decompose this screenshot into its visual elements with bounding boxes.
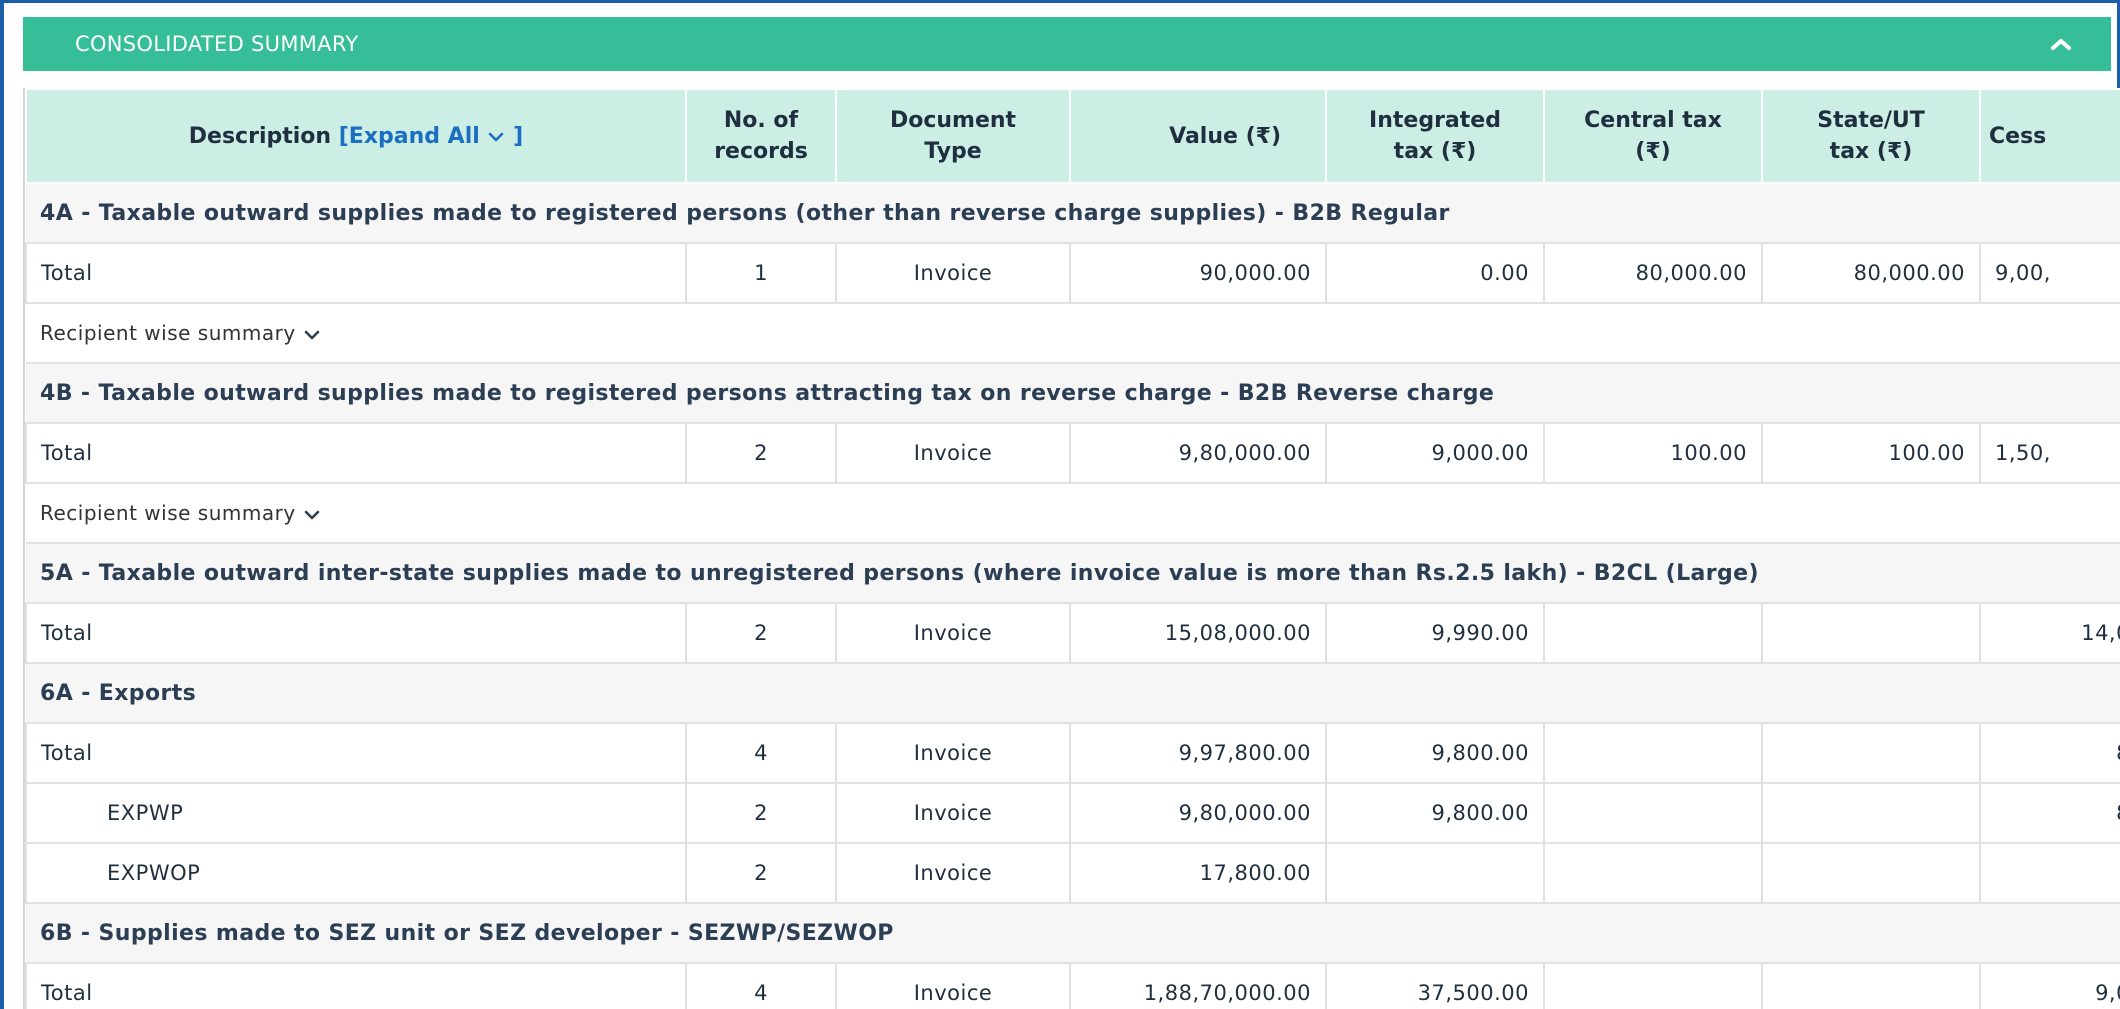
table-row: Total 2 Invoice 9,80,000.00 9,000.00 100… xyxy=(25,422,2120,484)
table-row: Total 2 Invoice 15,08,000.00 9,990.00 14… xyxy=(25,602,2120,664)
header-cess: Cess xyxy=(1979,88,2120,184)
cess-cell: 1,50, xyxy=(1979,422,2120,484)
doc-type-cell: Invoice xyxy=(835,602,1071,664)
row-label: Total xyxy=(25,242,687,304)
table-row: EXPWOP 2 Invoice 17,800.00 xyxy=(25,842,2120,904)
records-cell: 4 xyxy=(685,722,837,784)
doc-type-cell: Invoice xyxy=(835,422,1071,484)
section-row-4a[interactable]: 4A - Taxable outward supplies made to re… xyxy=(26,182,2120,244)
value-cell: 1,88,70,000.00 xyxy=(1069,962,1327,1009)
doc-type-cell: Invoice xyxy=(835,722,1071,784)
recipient-summary-label[interactable]: Recipient wise summary xyxy=(40,501,296,525)
doc-type-cell: Invoice xyxy=(835,242,1071,304)
row-label: Total xyxy=(25,422,687,484)
cess-cell: 88, xyxy=(1979,782,2120,844)
row-label: Total xyxy=(25,962,687,1009)
cess-cell: 9,00, xyxy=(1979,242,2120,304)
row-label: EXPWP xyxy=(25,782,687,844)
section-row-6a[interactable]: 6A - Exports xyxy=(26,662,2120,724)
chevron-down-icon xyxy=(489,132,504,141)
igst-cell: 37,500.00 xyxy=(1325,962,1545,1009)
igst-cell: 9,800.00 xyxy=(1325,782,1545,844)
records-cell: 1 xyxy=(685,242,837,304)
records-cell: 2 xyxy=(685,422,837,484)
na-cell xyxy=(1761,722,1981,784)
summary-table: Description [Expand All ] No. of records … xyxy=(25,88,2120,1009)
table-row: Total 1 Invoice 90,000.00 0.00 80,000.00… xyxy=(25,242,2120,304)
cess-cell: 9,08, xyxy=(1979,962,2120,1009)
section-row-4b[interactable]: 4B - Taxable outward supplies made to re… xyxy=(26,362,2120,424)
expand-all-link[interactable]: [Expand All ] xyxy=(339,124,523,149)
na-cell xyxy=(1761,782,1981,844)
recipient-summary-toggle[interactable]: Recipient wise summary xyxy=(26,482,2120,544)
na-cell xyxy=(1543,722,1763,784)
na-cell xyxy=(1543,602,1763,664)
na-cell xyxy=(1761,602,1981,664)
row-label: Total xyxy=(25,722,687,784)
section-row-5a[interactable]: 5A - Taxable outward inter-state supplie… xyxy=(26,542,2120,604)
consolidated-summary-header[interactable]: CONSOLIDATED SUMMARY xyxy=(23,17,2111,71)
cess-cell: 88, xyxy=(1979,722,2120,784)
header-central-tax: Central tax (₹) xyxy=(1543,88,1763,184)
section-title: 4A - Taxable outward supplies made to re… xyxy=(26,182,2120,244)
header-document-type: Document Type xyxy=(835,88,1071,184)
table-row: EXPWP 2 Invoice 9,80,000.00 9,800.00 88, xyxy=(25,782,2120,844)
row-label: EXPWOP xyxy=(25,842,687,904)
section-title: 4B - Taxable outward supplies made to re… xyxy=(26,362,2120,424)
value-cell: 9,80,000.00 xyxy=(1069,782,1327,844)
section-row-6b[interactable]: 6B - Supplies made to SEZ unit or SEZ de… xyxy=(26,902,2120,964)
value-cell: 9,97,800.00 xyxy=(1069,722,1327,784)
na-cell xyxy=(1979,842,2120,904)
na-cell xyxy=(1761,842,1981,904)
header-value: Value (₹) xyxy=(1069,88,1327,184)
panel-title: CONSOLIDATED SUMMARY xyxy=(75,32,359,56)
na-cell xyxy=(1543,782,1763,844)
records-cell: 4 xyxy=(685,962,837,1009)
value-cell: 17,800.00 xyxy=(1069,842,1327,904)
table-row: Total 4 Invoice 1,88,70,000.00 37,500.00… xyxy=(25,962,2120,1009)
doc-type-cell: Invoice xyxy=(835,842,1071,904)
na-cell xyxy=(1543,962,1763,1009)
header-integrated-tax: Integrated tax (₹) xyxy=(1325,88,1545,184)
doc-type-cell: Invoice xyxy=(835,782,1071,844)
records-cell: 2 xyxy=(685,842,837,904)
summary-table-container[interactable]: Description [Expand All ] No. of records … xyxy=(23,88,2120,1009)
igst-cell: 0.00 xyxy=(1325,242,1545,304)
chevron-up-icon xyxy=(2051,39,2071,50)
igst-cell: 9,800.00 xyxy=(1325,722,1545,784)
cgst-cell: 80,000.00 xyxy=(1543,242,1763,304)
na-cell xyxy=(1543,842,1763,904)
section-title: 6A - Exports xyxy=(26,662,2120,724)
recipient-summary-toggle[interactable]: Recipient wise summary xyxy=(26,302,2120,364)
na-cell xyxy=(1761,962,1981,1009)
table-row: Total 4 Invoice 9,97,800.00 9,800.00 88, xyxy=(25,722,2120,784)
recipient-summary-label[interactable]: Recipient wise summary xyxy=(40,321,296,345)
value-cell: 90,000.00 xyxy=(1069,242,1327,304)
header-records: No. of records xyxy=(685,88,837,184)
na-cell xyxy=(1325,842,1545,904)
header-description: Description [Expand All ] xyxy=(25,88,687,184)
chevron-down-icon xyxy=(304,330,319,339)
section-title: 6B - Supplies made to SEZ unit or SEZ de… xyxy=(26,902,2120,964)
doc-type-cell: Invoice xyxy=(835,962,1071,1009)
value-cell: 15,08,000.00 xyxy=(1069,602,1327,664)
row-label: Total xyxy=(25,602,687,664)
sgst-cell: 100.00 xyxy=(1761,422,1981,484)
collapse-panel-button[interactable] xyxy=(2041,24,2081,64)
chevron-down-icon xyxy=(304,510,319,519)
cgst-cell: 100.00 xyxy=(1543,422,1763,484)
records-cell: 2 xyxy=(685,782,837,844)
igst-cell: 9,000.00 xyxy=(1325,422,1545,484)
value-cell: 9,80,000.00 xyxy=(1069,422,1327,484)
igst-cell: 9,990.00 xyxy=(1325,602,1545,664)
records-cell: 2 xyxy=(685,602,837,664)
table-header-row: Description [Expand All ] No. of records … xyxy=(25,88,2120,184)
sgst-cell: 80,000.00 xyxy=(1761,242,1981,304)
header-state-tax: State/UT tax (₹) xyxy=(1761,88,1981,184)
cess-cell: 14,08, xyxy=(1979,602,2120,664)
section-title: 5A - Taxable outward inter-state supplie… xyxy=(26,542,2120,604)
